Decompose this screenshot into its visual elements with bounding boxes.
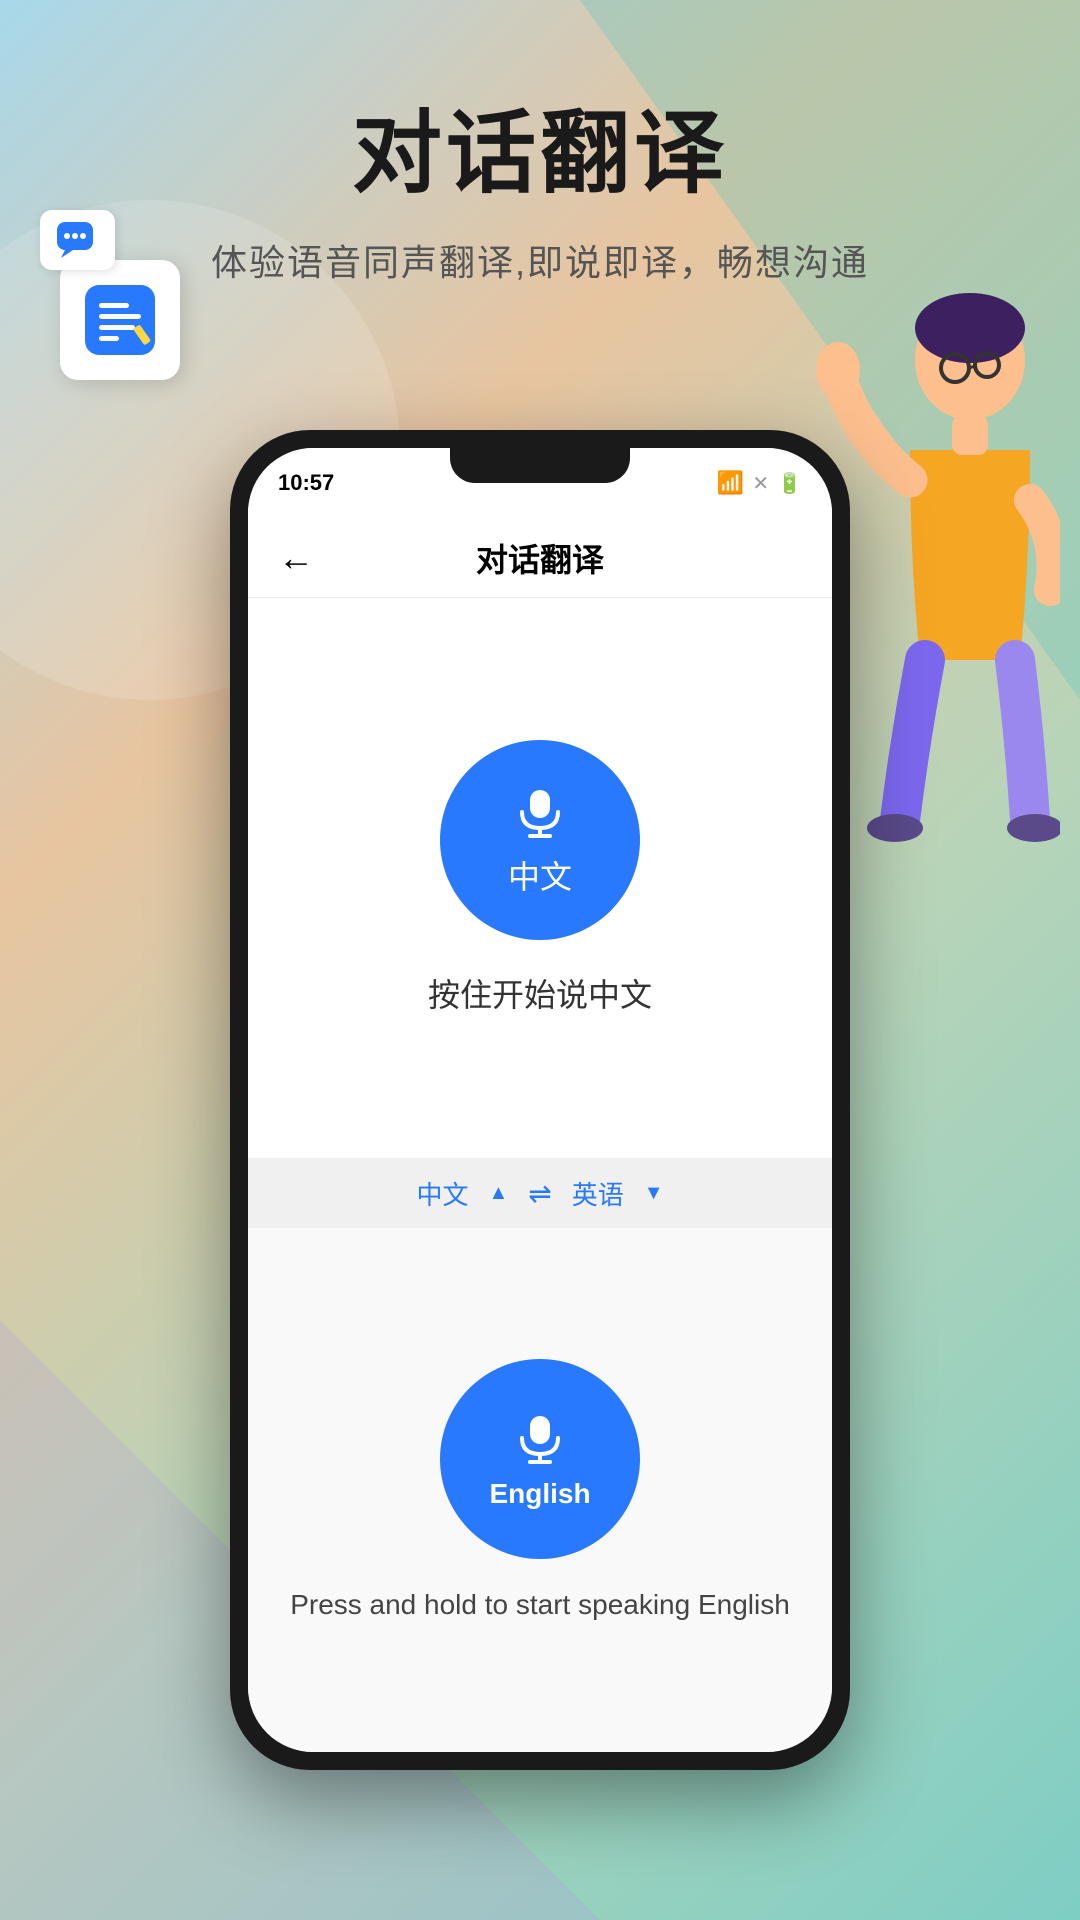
status-icons: 📶 ✕ 🔋 [717,470,802,496]
status-bar: 10:57 📶 ✕ 🔋 [248,448,832,518]
chinese-label: 中文 [508,852,572,898]
signal-icon: ✕ [752,471,769,496]
chinese-voice-button[interactable]: 中文 [440,740,640,940]
phone-screen: 10:57 📶 ✕ 🔋 ← 对话翻译 [248,448,832,1752]
english-instruction: Press and hold to start speaking English [290,1589,790,1621]
mic-icon-en [510,1408,570,1468]
wifi-icon: 📶 [717,470,744,496]
back-button[interactable]: ← [278,537,314,579]
app-header: ← 对话翻译 [248,518,832,598]
english-label: English [489,1478,590,1510]
lang-zh-label[interactable]: 中文 [416,1175,468,1212]
lang-en-label[interactable]: 英语 [572,1175,624,1212]
battery-icon: 🔋 [777,471,802,496]
note-card-icon [60,260,180,380]
chinese-instruction: 按住开始说中文 [428,970,652,1016]
header-section: 对话翻译 体验语音同声翻译,即说即译，畅想沟通 [0,0,1080,286]
app-title: 对话翻译 [476,535,604,581]
mic-icon-zh [510,782,570,842]
main-title: 对话翻译 [0,80,1080,210]
notch [450,448,630,483]
chat-bubble-decoration [40,210,115,270]
phone-mockup: 10:57 📶 ✕ 🔋 ← 对话翻译 [230,430,850,1770]
english-voice-button[interactable]: English [440,1359,640,1559]
phone-frame: 10:57 📶 ✕ 🔋 ← 对话翻译 [230,430,850,1770]
lang-down-arrow[interactable]: ▼ [644,1182,664,1205]
english-voice-section: English Press and hold to start speaking… [248,1228,832,1752]
language-bar: 中文 ▲ ⇌ 英语 ▼ [248,1158,832,1228]
floating-decoration [60,260,180,380]
lang-up-arrow[interactable]: ▲ [488,1182,508,1205]
lang-swap-button[interactable]: ⇌ [528,1177,551,1210]
chinese-voice-section: 中文 按住开始说中文 [248,598,832,1158]
status-time: 10:57 [278,470,334,496]
